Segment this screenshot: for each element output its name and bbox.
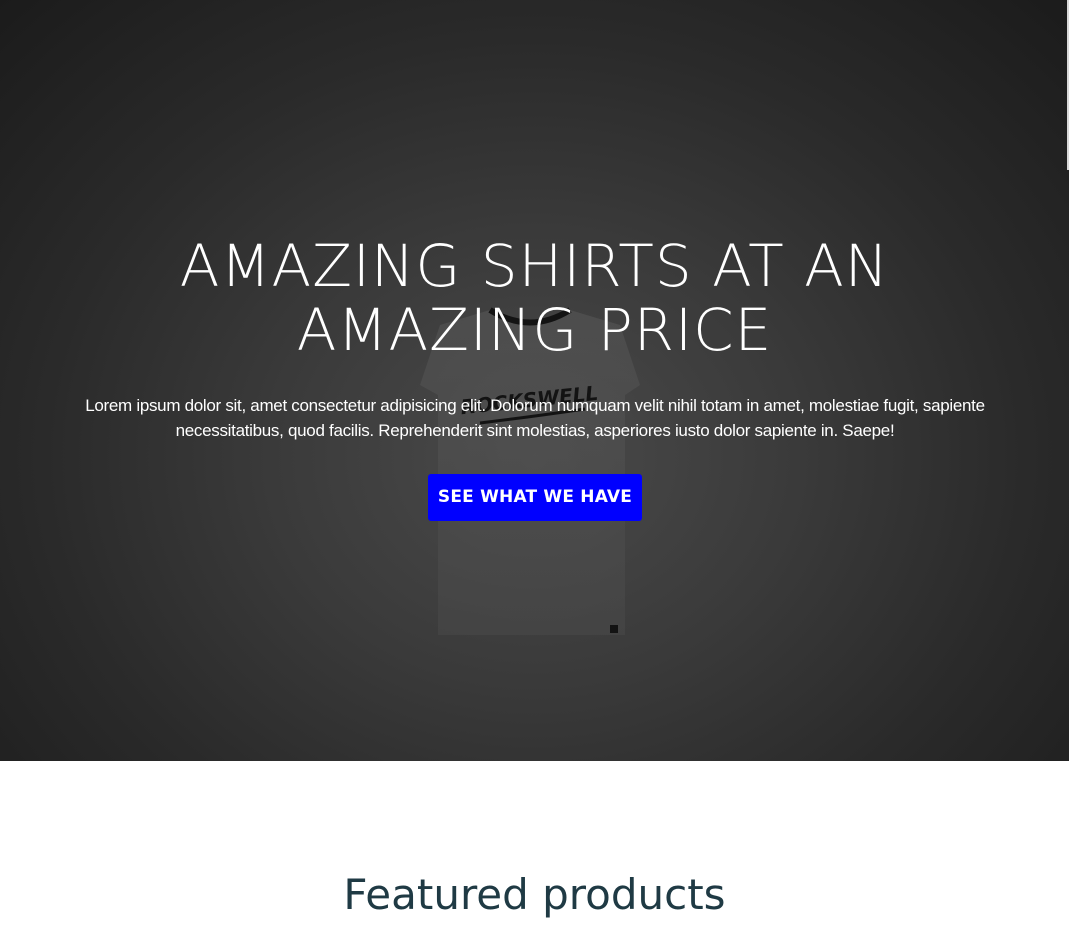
featured-products-heading: Featured products <box>343 870 726 919</box>
hero-title-line-2: AMAZING PRICE <box>296 296 773 364</box>
hero-title-line-1: AMAZING SHIRTS AT AN <box>179 232 890 300</box>
see-what-we-have-button[interactable]: SEE WHAT WE HAVE <box>428 474 642 521</box>
hero-content: AMAZING SHIRTS AT AN AMAZING PRICE Lorem… <box>0 0 1069 761</box>
hero-title: AMAZING SHIRTS AT AN AMAZING PRICE <box>100 234 969 362</box>
hero-section: ROCKSWELL AMAZING SHIRTS AT AN AMAZING P… <box>0 0 1069 761</box>
hero-description: Lorem ipsum dolor sit, amet consectetur … <box>85 396 985 440</box>
